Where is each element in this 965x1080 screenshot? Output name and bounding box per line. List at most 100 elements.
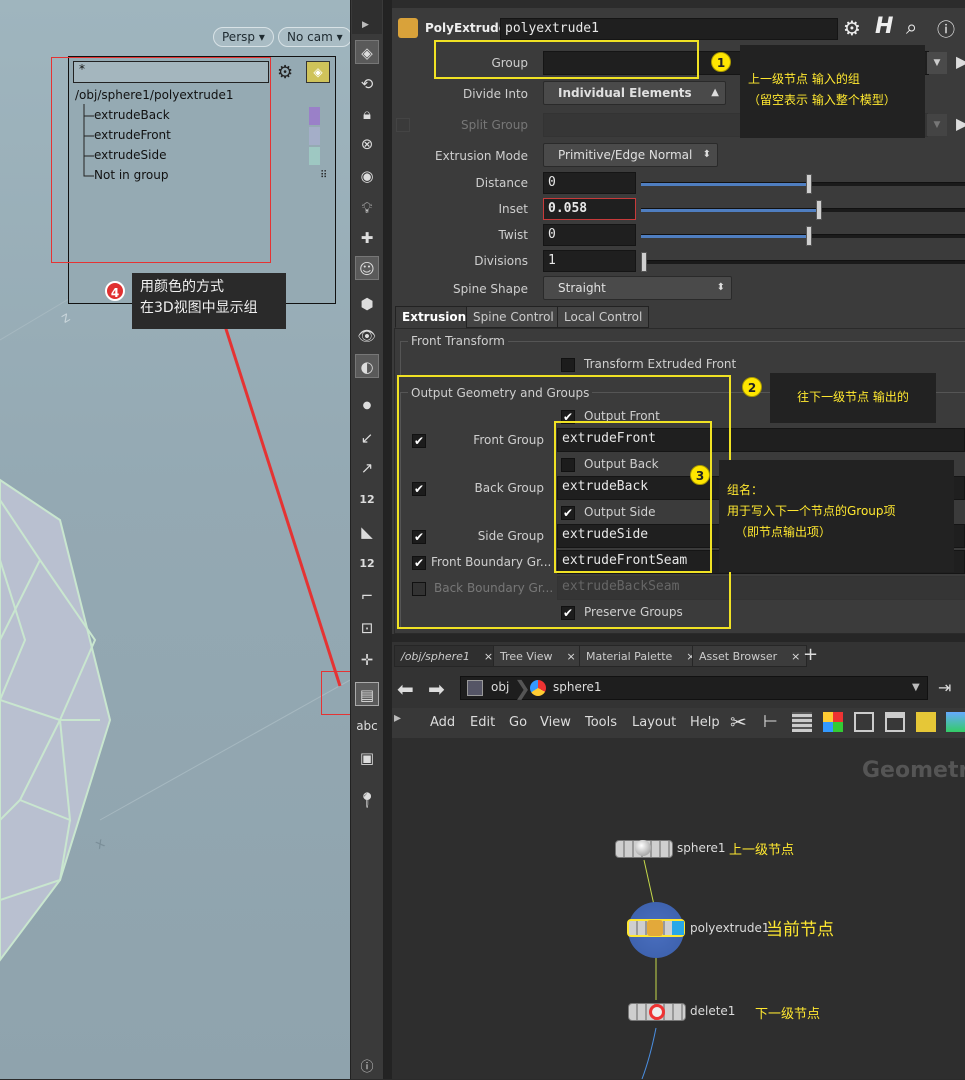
- annotation-1-line1: 上一级节点 输入的组: [748, 72, 860, 86]
- select-mode-icon[interactable]: ◈: [355, 40, 379, 64]
- annotation-1-line2: （留空表示 输入整个模型）: [748, 93, 896, 107]
- polyextrude1-note: 当前节点: [766, 920, 834, 940]
- transform-extruded-front-checkbox[interactable]: [561, 358, 575, 372]
- sphere1-label[interactable]: sphere1: [677, 841, 726, 855]
- menu-help[interactable]: Help: [690, 715, 720, 730]
- polyextrude1-label[interactable]: polyextrude1: [690, 921, 770, 935]
- add-tab-icon[interactable]: +: [803, 644, 818, 665]
- 3d-viewport[interactable]: z x Persp ▾ No cam ▾ * ⚙ ◈ /obj/sphere1/…: [0, 0, 350, 1079]
- point-icon[interactable]: ●: [355, 394, 379, 418]
- tab-tree-view[interactable]: Tree View ×: [493, 645, 583, 667]
- divisions-slider[interactable]: [641, 252, 965, 272]
- point-number-icon[interactable]: 12: [355, 488, 379, 512]
- image-icon[interactable]: ▣: [355, 746, 379, 770]
- network-menu-arrow[interactable]: ▸: [394, 710, 401, 726]
- info-icon[interactable]: ⓘ: [355, 1056, 379, 1080]
- text-display-icon[interactable]: abc: [355, 714, 379, 738]
- delete1-note: 下一级节点: [755, 1007, 821, 1022]
- inset-field[interactable]: 0.058: [543, 198, 636, 220]
- snap-icon[interactable]: ⟲: [355, 72, 379, 96]
- node-name-field[interactable]: polyextrude1: [500, 18, 838, 40]
- arrow-right-icon[interactable]: ▶: [362, 20, 369, 30]
- resize-grip-icon[interactable]: ⠿: [320, 170, 327, 181]
- path-separator: ❯: [514, 676, 531, 700]
- tab-extrusion[interactable]: Extrusion: [395, 306, 474, 328]
- gear-icon[interactable]: ⚙: [843, 16, 861, 40]
- distance-slider[interactable]: [641, 174, 965, 194]
- annotation-2: 往下一级节点 输出的: [770, 373, 936, 423]
- camera-menu-button[interactable]: No cam ▾: [278, 27, 350, 47]
- annotation-4: 用颜色的方式 在3D视图中显示组: [132, 273, 286, 329]
- divide-into-menu[interactable]: Individual Elements ▲: [543, 81, 726, 105]
- arrow-right-icon[interactable]: ▶: [956, 52, 965, 71]
- display-flag[interactable]: [672, 921, 684, 935]
- group-display-icon[interactable]: ▤: [355, 682, 379, 706]
- arrow-right-icon[interactable]: ▶: [956, 114, 965, 133]
- image-icon[interactable]: [946, 712, 965, 732]
- path-obj[interactable]: obj: [491, 680, 509, 694]
- twist-field[interactable]: 0: [543, 224, 636, 246]
- menu-layout[interactable]: Layout: [632, 715, 676, 730]
- node-type-label: PolyExtrude: [425, 21, 507, 35]
- inset-slider[interactable]: [641, 200, 965, 220]
- window-icon[interactable]: [885, 712, 905, 732]
- path-dropdown-icon[interactable]: ▼: [912, 682, 920, 693]
- pane-splitter[interactable]: [392, 634, 965, 642]
- sphere-object-icon: [530, 680, 546, 696]
- grid-icon[interactable]: [854, 712, 874, 732]
- tree-icon[interactable]: ⊢: [763, 712, 778, 732]
- info-icon[interactable]: ⓘ: [937, 16, 955, 42]
- menu-add[interactable]: Add: [430, 715, 455, 730]
- divisions-field[interactable]: 1: [543, 250, 636, 272]
- uv-icon[interactable]: ⊡: [355, 616, 379, 640]
- delete1-label[interactable]: delete1: [690, 1004, 735, 1018]
- color-palette-icon[interactable]: [823, 712, 843, 732]
- pin-pane-icon[interactable]: ⇥: [938, 678, 951, 697]
- divide-into-label: Divide Into: [462, 87, 528, 101]
- houdini-help-icon[interactable]: H: [875, 14, 893, 39]
- menu-edit[interactable]: Edit: [470, 715, 495, 730]
- tab-spine-control[interactable]: Spine Control: [466, 306, 561, 328]
- sticky-note-icon[interactable]: [916, 712, 936, 732]
- head-light-icon[interactable]: ☺: [355, 256, 379, 280]
- light-icon[interactable]: 💡︎: [355, 196, 379, 220]
- back-arrow-icon[interactable]: ⬅: [397, 677, 414, 701]
- ghost-icon[interactable]: ◐: [355, 354, 379, 378]
- search-icon[interactable]: ⌕: [906, 15, 917, 39]
- obj-icon: [467, 680, 483, 696]
- wrench-icon[interactable]: ✂: [730, 710, 747, 734]
- menu-view[interactable]: View: [540, 715, 571, 730]
- menu-tools[interactable]: Tools: [585, 715, 617, 730]
- distance-field[interactable]: 0: [543, 172, 636, 194]
- forward-arrow-icon[interactable]: ➡: [428, 677, 445, 701]
- vector-icon[interactable]: ↗: [355, 456, 379, 480]
- display-icon[interactable]: ◉: [355, 164, 379, 188]
- pin-icon[interactable]: 📍︎: [355, 788, 379, 812]
- normal-icon[interactable]: ↙: [355, 426, 379, 450]
- no-geo-icon[interactable]: ⊗: [355, 132, 379, 156]
- light-add-icon[interactable]: ✚: [355, 226, 379, 250]
- persp-menu-button[interactable]: Persp ▾: [213, 27, 274, 47]
- list-icon[interactable]: [792, 712, 812, 732]
- twist-slider[interactable]: [641, 226, 965, 246]
- primitive-icon[interactable]: ◣: [355, 520, 379, 544]
- tab-local-control[interactable]: Local Control: [557, 306, 650, 328]
- curve-icon[interactable]: ⌐: [355, 584, 379, 608]
- highlight-box-groups: [51, 57, 271, 263]
- split-group-menu-button[interactable]: ▼: [927, 114, 947, 136]
- visibility-icon[interactable]: 👁︎: [355, 324, 379, 348]
- menu-go[interactable]: Go: [509, 715, 527, 730]
- prim-number-icon[interactable]: 12: [355, 552, 379, 576]
- lock-icon[interactable]: 🔒︎: [355, 102, 379, 126]
- extrusion-mode-menu[interactable]: Primitive/Edge Normal ⬍: [543, 143, 718, 167]
- tab-network-sphere1[interactable]: /obj/sphere1 ×: [394, 645, 501, 667]
- shading-icon[interactable]: ⬢: [355, 292, 379, 316]
- color-toggle-icon[interactable]: ◈: [306, 61, 330, 83]
- group-menu-button[interactable]: ▼: [927, 52, 947, 74]
- spine-shape-menu[interactable]: Straight ⬍: [543, 276, 732, 300]
- pivot-icon[interactable]: ✛: [355, 648, 379, 672]
- tab-material-palette[interactable]: Material Palette ×: [579, 645, 703, 667]
- tab-asset-browser[interactable]: Asset Browser ×: [692, 645, 808, 667]
- gear-icon[interactable]: ⚙: [277, 62, 293, 83]
- path-sphere[interactable]: sphere1: [553, 680, 602, 694]
